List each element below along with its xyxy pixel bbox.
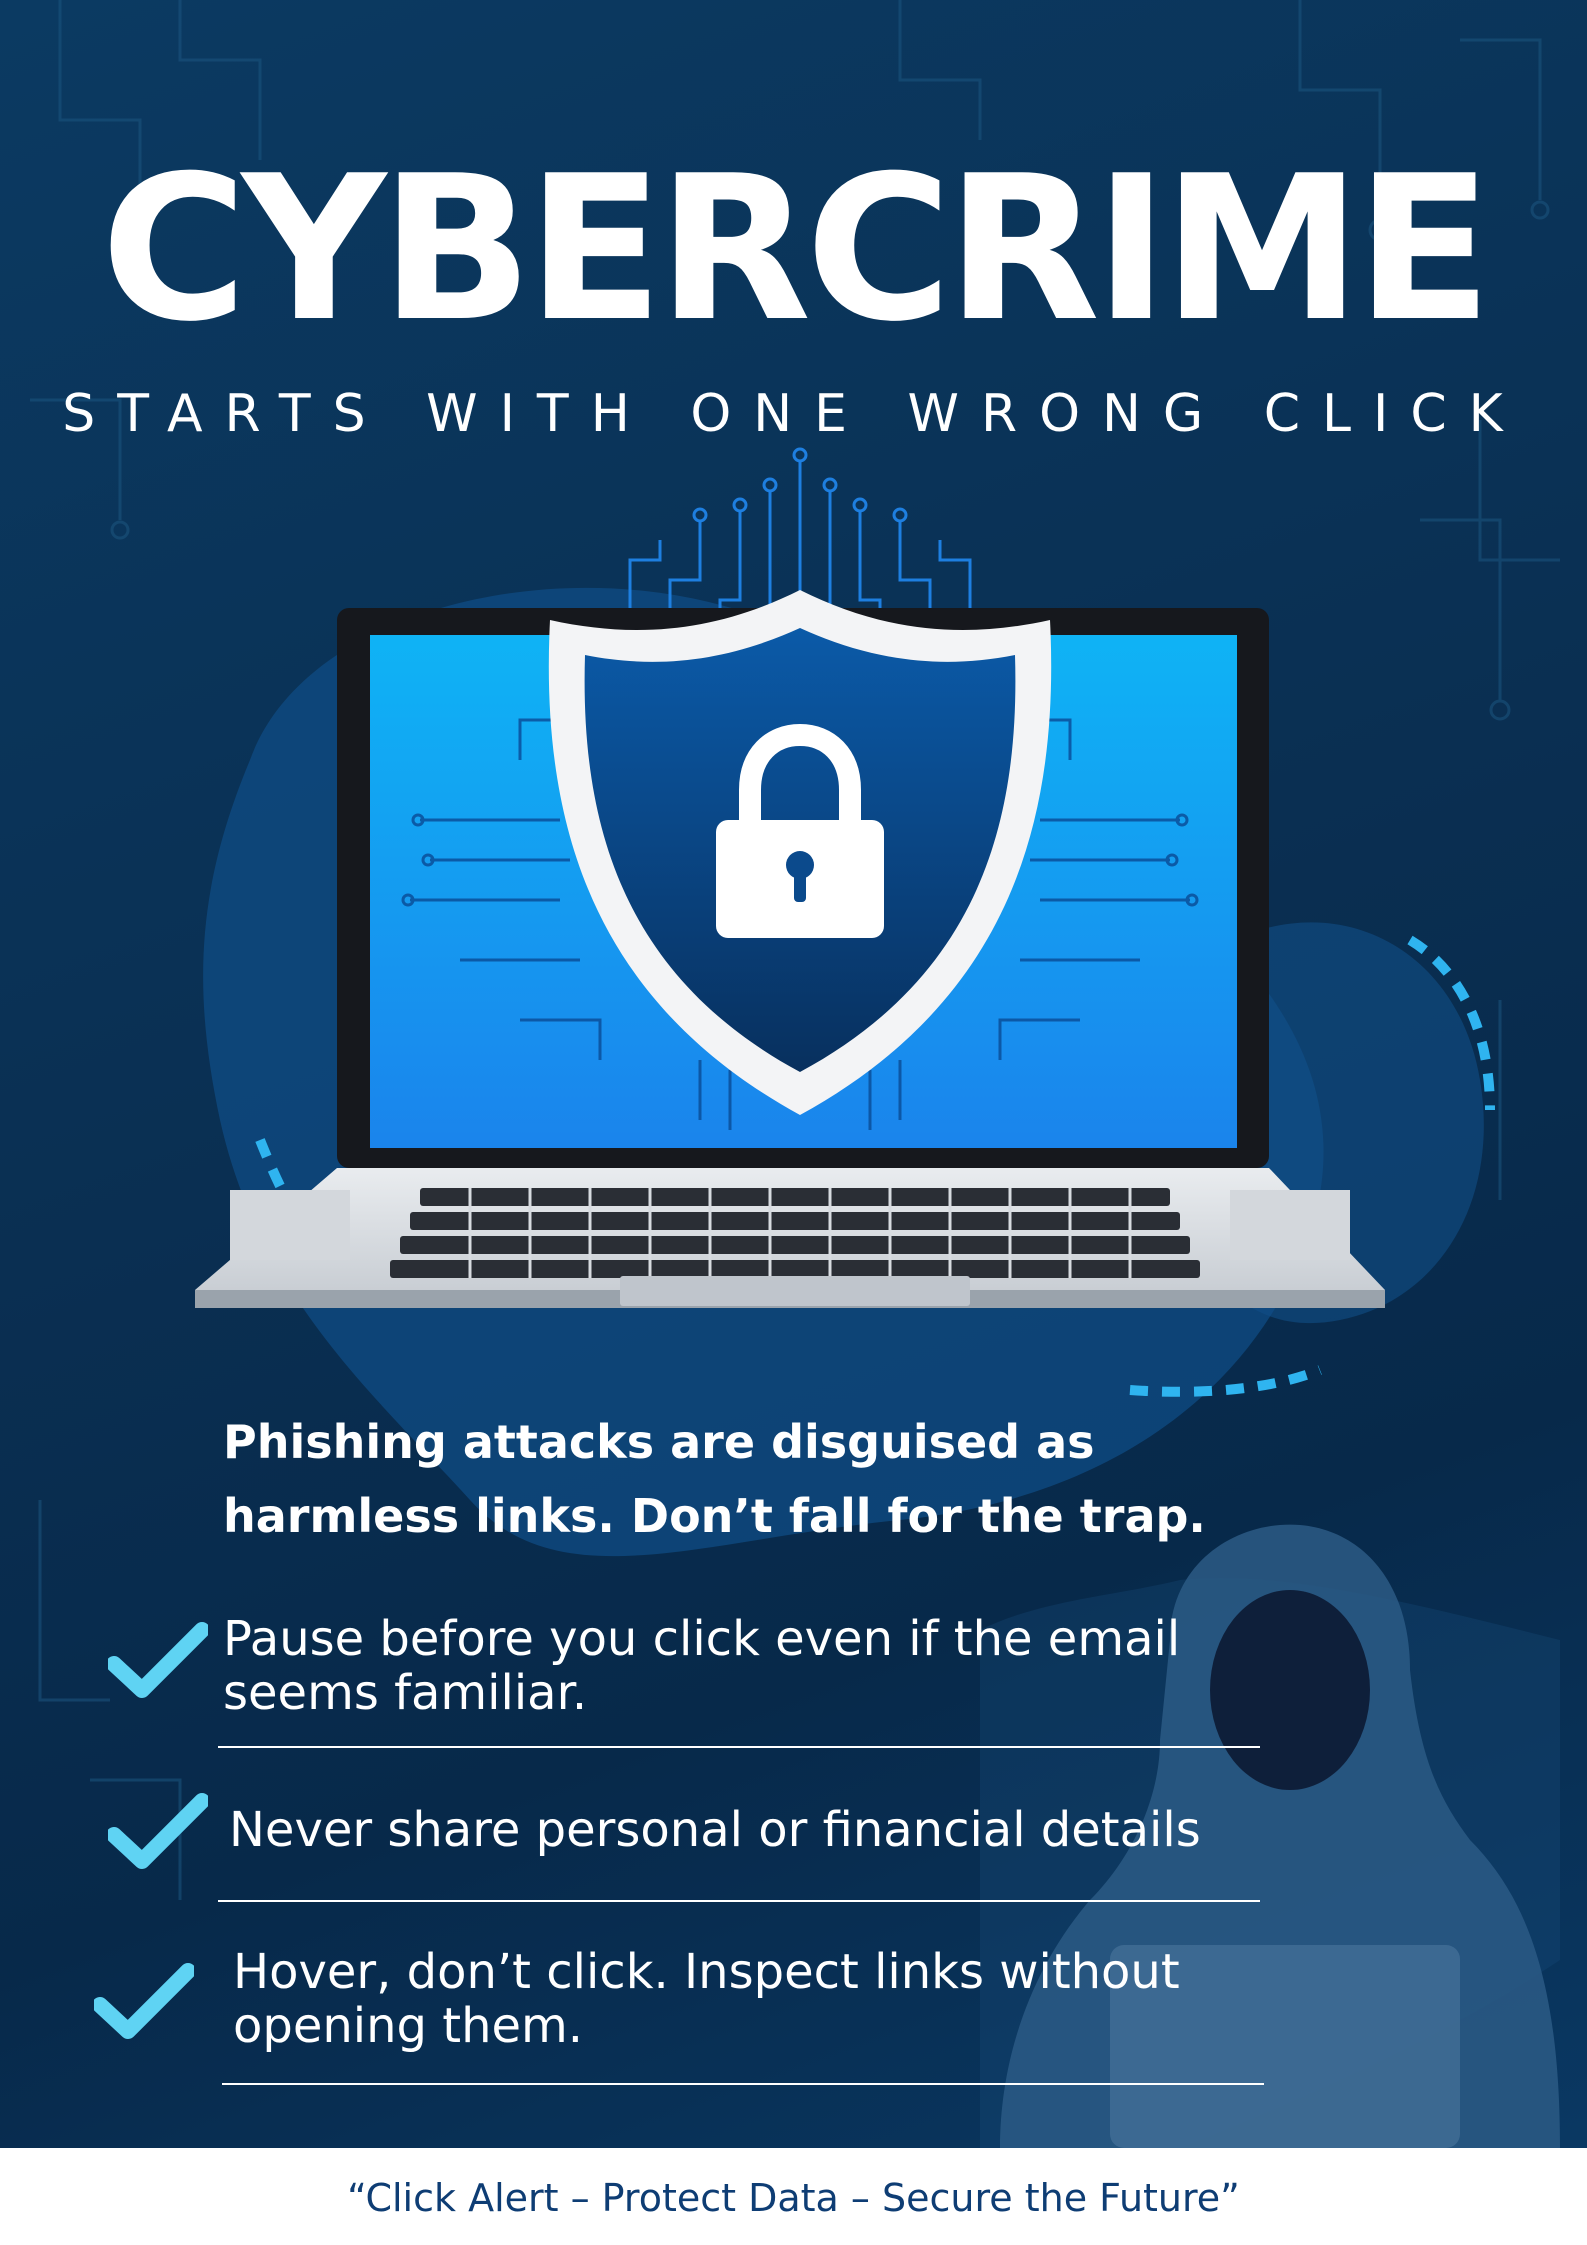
poster: CYBERCRIME STARTS WITH ONE WRONG CLICK P… xyxy=(0,0,1587,2245)
check-icon xyxy=(108,1622,208,1698)
lead-text: Phishing attacks are disguised as harmle… xyxy=(223,1415,1206,1543)
footer-slogan: “Click Alert – Protect Data – Secure the… xyxy=(347,2176,1240,2220)
footer-bar: “Click Alert – Protect Data – Secure the… xyxy=(0,2148,1587,2245)
tip-item: Hover, don’t click. Inspect links withou… xyxy=(233,1944,1180,2054)
divider xyxy=(222,2083,1264,2085)
hacker-figure-icon xyxy=(980,1524,1560,2148)
check-icon xyxy=(94,1963,194,2039)
tip-item: Never share personal or financial detail… xyxy=(229,1802,1201,1858)
divider xyxy=(218,1746,1260,1748)
check-icon xyxy=(108,1793,208,1869)
divider xyxy=(218,1900,1260,1902)
tip-item: Pause before you click even if the email… xyxy=(223,1611,1181,1721)
